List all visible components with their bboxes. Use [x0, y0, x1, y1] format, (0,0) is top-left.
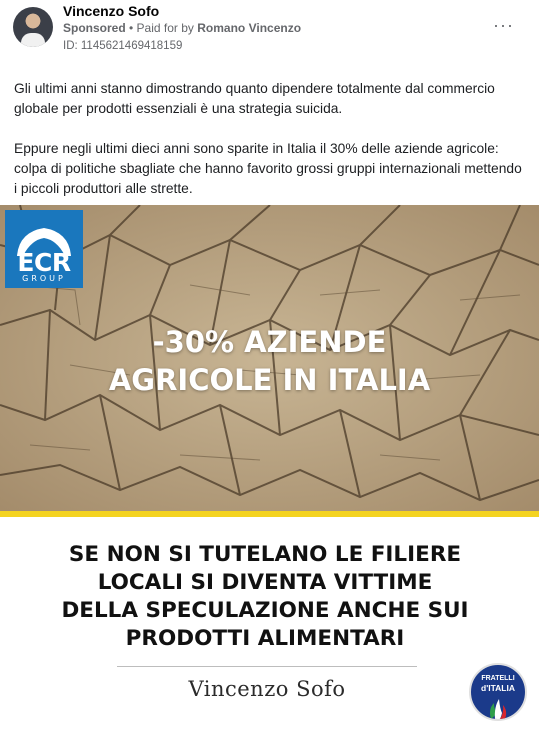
image-headline: -30% AZIENDE AGRICOLE IN ITALIA — [0, 323, 539, 399]
headline-line: AGRICOLE IN ITALIA — [108, 363, 431, 397]
party-logo-top-text: FRATELLI — [481, 675, 515, 682]
post-paragraph: Gli ultimi anni stanno dimostrando quant… — [14, 81, 495, 116]
sponsored-label: Sponsored — [63, 21, 126, 35]
slogan-line: PRODOTTI ALIMENTARI — [125, 626, 405, 651]
slogan-panel: SE NON SI TUTELANO LE FILIERE LOCALI SI … — [0, 517, 539, 749]
post-paragraph: Eppure negli ultimi dieci anni sono spar… — [14, 141, 522, 196]
author-name[interactable]: Vincenzo Sofo — [63, 3, 159, 19]
paid-for-prefix: • Paid for by — [125, 21, 198, 35]
sponsored-meta: Sponsored • Paid for by Romano Vincenzo — [63, 21, 301, 35]
headline-line: -30% AZIENDE — [152, 325, 387, 359]
slogan-line: DELLA SPECULAZIONE ANCHE SUI — [61, 598, 469, 623]
more-options-icon[interactable]: ··· — [493, 15, 514, 36]
slogan-line: LOCALI SI DIVENTA VITTIME — [97, 570, 433, 595]
ecr-group-logo: ECR GROUP — [5, 210, 83, 288]
party-logo-bottom-text: d'ITALIA — [481, 683, 515, 693]
slogan-text: SE NON SI TUTELANO LE FILIERE LOCALI SI … — [0, 541, 530, 653]
ecr-logo-subtext: GROUP — [22, 274, 66, 283]
payer-name: Romano Vincenzo — [197, 21, 302, 35]
signature-divider — [117, 666, 417, 667]
post-header: Vincenzo Sofo Sponsored • Paid for by Ro… — [0, 0, 539, 62]
ecr-logo-text: ECR — [17, 248, 71, 277]
tricolor-flame-icon — [490, 699, 507, 719]
signature-name: Vincenzo Sofo — [188, 677, 346, 701]
fratelli-ditalia-logo: FRATELLI d'ITALIA — [469, 663, 527, 721]
slogan-line: SE NON SI TUTELANO LE FILIERE — [68, 542, 462, 567]
ad-id: ID: 1145621469418159 — [63, 40, 183, 52]
cracked-earth-image: ECR GROUP -30% AZIENDE AGRICOLE IN ITALI… — [0, 205, 539, 512]
ad-creative[interactable]: ECR GROUP -30% AZIENDE AGRICOLE IN ITALI… — [0, 205, 539, 749]
avatar[interactable] — [13, 7, 53, 47]
post-body: Gli ultimi anni stanno dimostrando quant… — [14, 79, 526, 219]
